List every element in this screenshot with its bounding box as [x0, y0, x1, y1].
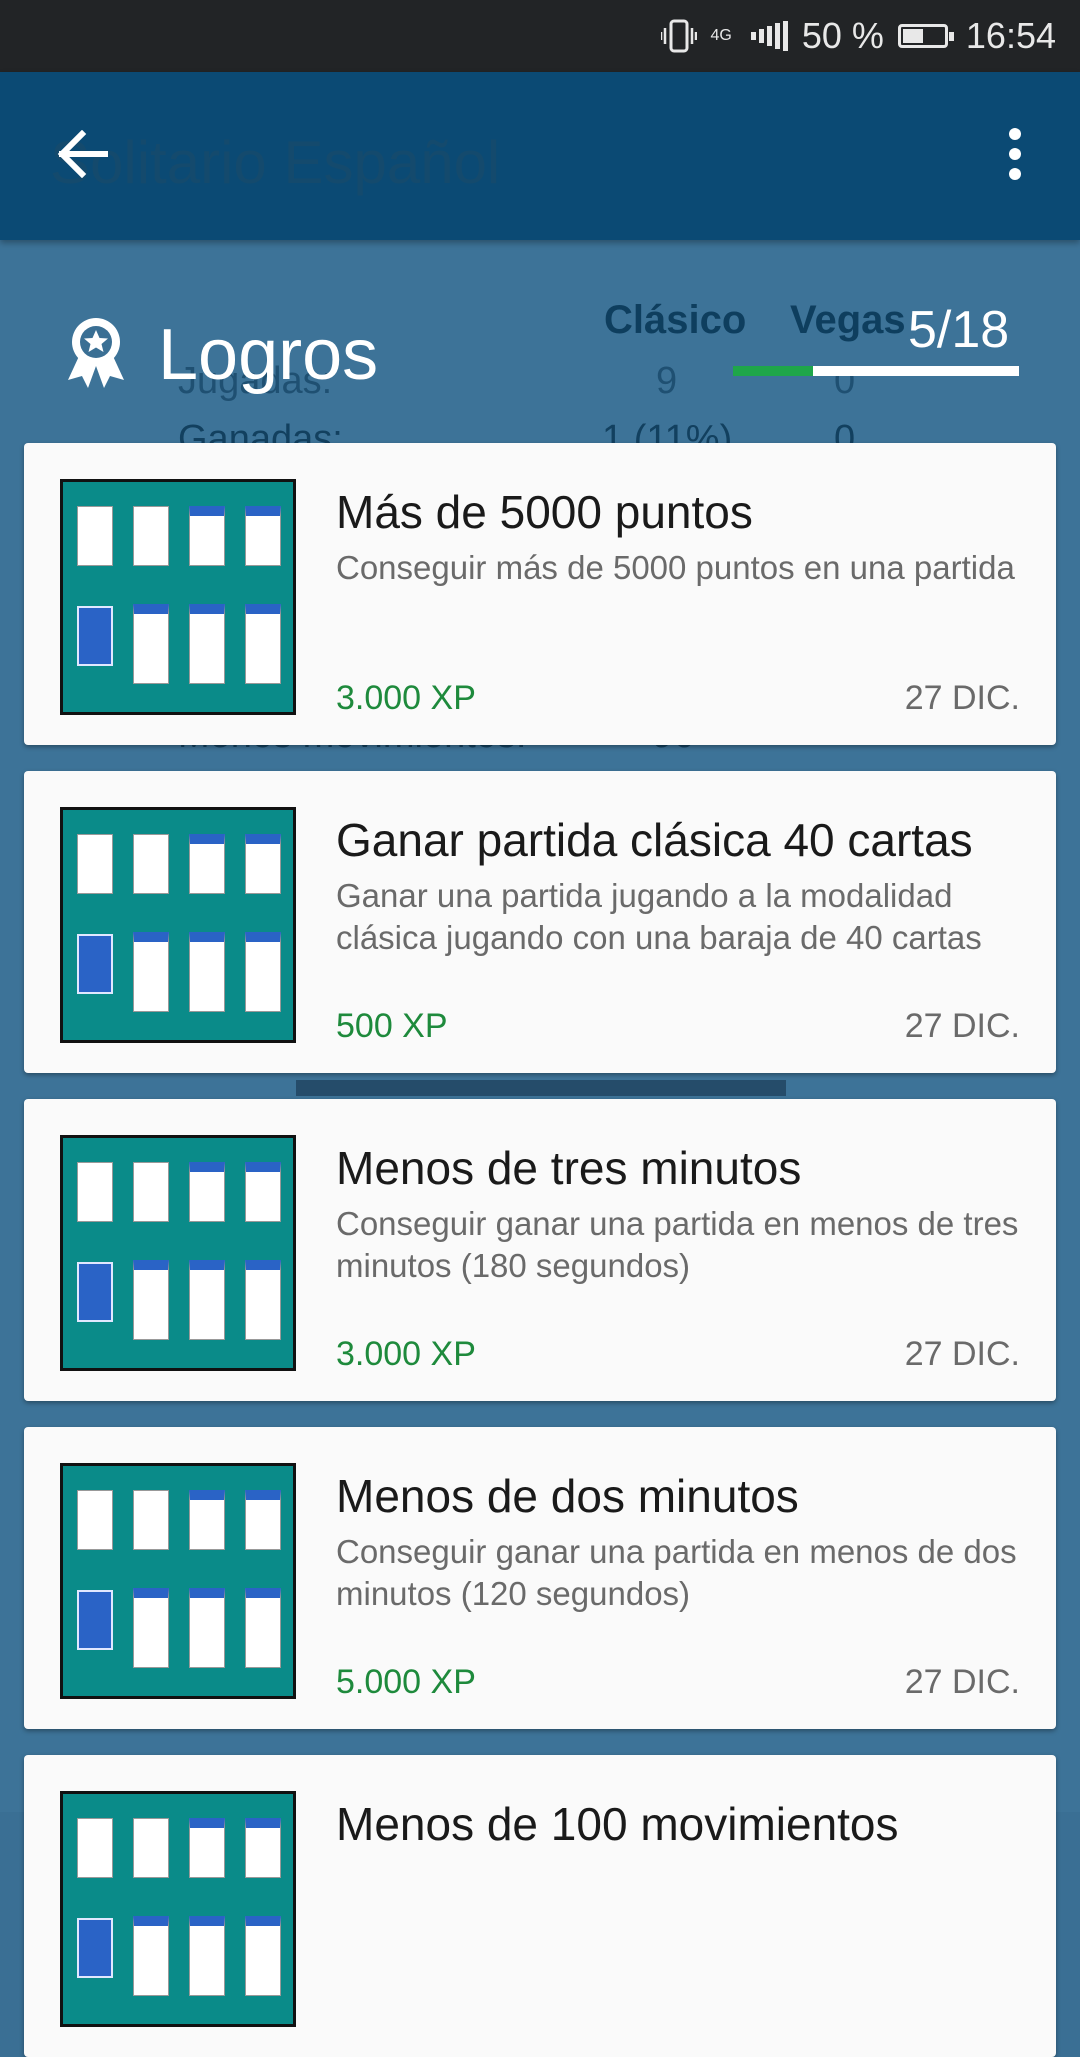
stats-col-clasico: Clásico [604, 298, 747, 342]
achievement-xp: 3.000 XP [336, 1335, 476, 1373]
battery-icon [897, 24, 954, 48]
achievement-title: Más de 5000 puntos [336, 486, 753, 538]
achievement-description: Conseguir ganar una partida en menos de … [336, 1533, 1017, 1612]
achievements-title: Logros [158, 315, 379, 395]
overflow-menu-button[interactable] [990, 124, 1040, 184]
card-thumbnail [60, 807, 296, 1043]
achievement-date: 27 DIC. [904, 1663, 1020, 1701]
achievement-description: Ganar una partida jugando a la modalidad… [336, 877, 982, 956]
app-bar: Solitario Español [0, 72, 1080, 240]
achievements-progress-bar [733, 366, 1019, 376]
achievement-date: 27 DIC. [904, 679, 1020, 717]
achievement-card[interactable]: Menos de dos minutos Conseguir ganar una… [24, 1427, 1056, 1729]
app-title: Solitario Español [50, 129, 501, 196]
more-vert-icon [1009, 128, 1021, 180]
card-thumbnail [60, 1463, 296, 1699]
achievement-title: Menos de dos minutos [336, 1470, 799, 1522]
achievement-card[interactable]: Menos de 100 movimientos [24, 1755, 1056, 2057]
card-thumbnail [60, 479, 296, 715]
status-bar: 4G 50 % 16:54 [0, 0, 1080, 72]
achievement-xp: 500 XP [336, 1007, 448, 1045]
signal-icon [748, 21, 788, 51]
achievement-card[interactable]: Menos de tres minutos Conseguir ganar un… [24, 1099, 1056, 1401]
achievement-title: Menos de 100 movimientos [336, 1798, 899, 1850]
achievement-date: 27 DIC. [904, 1007, 1020, 1045]
achievement-title: Menos de tres minutos [336, 1142, 802, 1194]
back-button[interactable] [52, 124, 112, 184]
network-type: 4G [710, 27, 732, 44]
award-medal-icon [66, 316, 126, 388]
achievement-xp: 3.000 XP [336, 679, 476, 717]
achievement-xp: 5.000 XP [336, 1663, 476, 1701]
card-thumbnail [60, 1791, 296, 2027]
achievement-card[interactable]: Más de 5000 puntos Conseguir más de 5000… [24, 443, 1056, 745]
achievements-progress-text: 5/18 [908, 301, 1010, 359]
stats-row-value: 9 [656, 360, 678, 402]
achievement-card[interactable]: Ganar partida clásica 40 cartas Ganar un… [24, 771, 1056, 1073]
clock: 16:54 [965, 15, 1056, 56]
vibrate-icon [660, 19, 697, 53]
arrow-left-icon [57, 130, 108, 178]
battery-percent: 50 % [801, 15, 884, 56]
achievement-title: Ganar partida clásica 40 cartas [336, 814, 973, 866]
achievement-description: Conseguir más de 5000 puntos en una part… [336, 549, 1015, 586]
achievement-date: 27 DIC. [904, 1335, 1020, 1373]
achievements-progress-fill [733, 366, 814, 376]
stats-col-vegas: Vegas [790, 298, 906, 342]
card-thumbnail [60, 1135, 296, 1371]
achievement-description: Conseguir ganar una partida en menos de … [336, 1205, 1019, 1284]
stats-divider [296, 1080, 786, 1096]
